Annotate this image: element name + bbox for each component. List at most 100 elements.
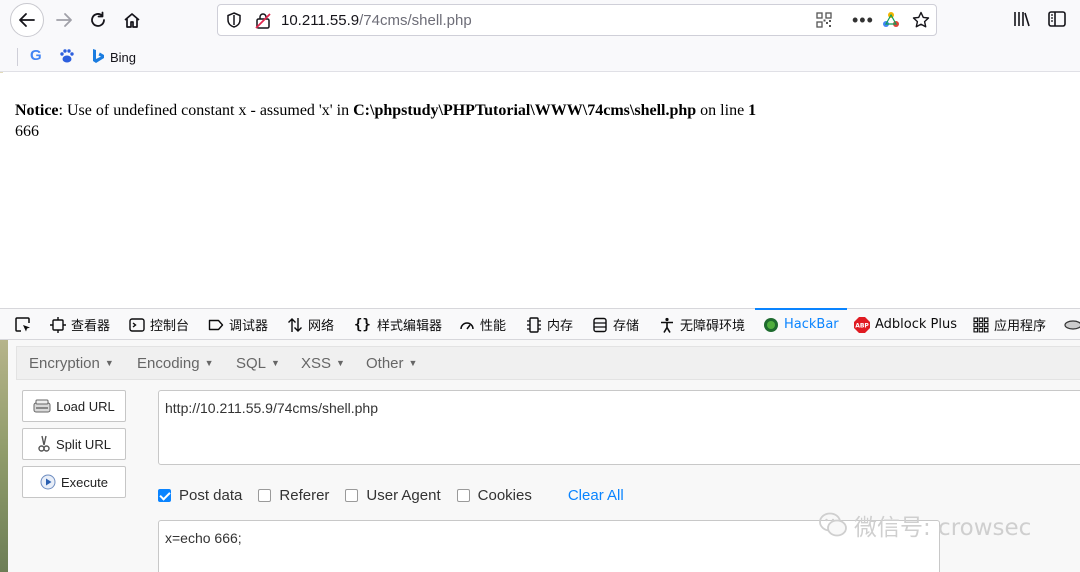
tab-adblock-plus[interactable]: ABP Adblock Plus: [854, 309, 957, 340]
svg-text:ABP: ABP: [855, 322, 869, 329]
bing-icon[interactable]: [91, 48, 105, 69]
tab-inspector-label: 查看器: [71, 319, 111, 334]
execute-button[interactable]: Execute: [22, 466, 126, 498]
menu-other[interactable]: Other ▼: [366, 355, 417, 372]
address-bar[interactable]: 10.211.55.9/74cms/shell.php •••: [217, 4, 937, 36]
tab-memory[interactable]: 内存: [526, 309, 573, 340]
tab-debugger[interactable]: 调试器: [208, 309, 268, 340]
tab-network-label: 网络: [308, 319, 335, 334]
insecure-lock-icon[interactable]: [255, 12, 271, 34]
tab-accessibility-label: 无障碍环境: [680, 319, 746, 334]
tab-console[interactable]: 控制台: [129, 309, 189, 340]
user-agent-checkbox[interactable]: [345, 488, 359, 502]
menu-sql[interactable]: SQL ▼: [236, 355, 280, 372]
notice-online: on line: [696, 102, 749, 119]
reload-button[interactable]: [82, 4, 114, 36]
library-icon[interactable]: [1012, 9, 1032, 34]
bookmark-star-icon[interactable]: [912, 11, 930, 34]
cookies-label: Cookies: [477, 486, 532, 504]
bookmarks-separator: [17, 48, 18, 66]
tab-memory-label: 内存: [547, 319, 574, 334]
tab-storage-label: 存储: [613, 319, 640, 334]
menu-other-label: Other: [366, 355, 404, 372]
back-button[interactable]: [10, 3, 44, 37]
braces-icon: {}: [354, 316, 371, 333]
baidu-icon[interactable]: [59, 48, 75, 69]
wallpaper-edge: [0, 340, 8, 572]
url-text[interactable]: 10.211.55.9/74cms/shell.php: [281, 12, 472, 29]
menu-encryption[interactable]: Encryption ▼: [29, 355, 114, 372]
menu-encoding-label: Encoding: [137, 355, 200, 372]
wechat-watermark: 微信号: crowsec: [818, 508, 1031, 542]
extension-icon[interactable]: [882, 11, 900, 34]
caret-down-icon: ▼: [271, 358, 280, 368]
tab-style-editor-label: 样式编辑器: [377, 319, 443, 334]
menu-sql-label: SQL: [236, 355, 267, 372]
load-url-label: Load URL: [56, 398, 115, 414]
play-icon: [40, 474, 56, 490]
referer-option[interactable]: Referer: [258, 487, 329, 504]
split-url-button[interactable]: Split URL: [22, 428, 126, 460]
page-content: Notice: Use of undefined constant x - as…: [0, 73, 1080, 307]
shield-icon[interactable]: [226, 12, 242, 33]
tab-storage[interactable]: 存储: [592, 309, 639, 340]
wechat-icon: [819, 512, 847, 537]
tab-accessibility[interactable]: 无障碍环境: [659, 309, 745, 340]
notice-text: : Use of undefined constant x - assumed …: [58, 102, 354, 119]
home-icon: [124, 13, 140, 28]
qr-code-icon[interactable]: [816, 12, 832, 33]
tab-network[interactable]: 网络: [287, 309, 334, 340]
caret-down-icon: ▼: [104, 358, 114, 368]
notice-line: 1: [748, 102, 757, 119]
caret-down-icon: ▼: [204, 358, 214, 368]
tab-application[interactable]: 应用程序: [973, 309, 1046, 340]
bookmarks-toolbar: G Bing: [0, 42, 1080, 72]
tab-performance-label: 性能: [480, 319, 507, 334]
user-agent-label: User Agent: [366, 486, 441, 504]
network-icon: [288, 317, 302, 332]
request-options: Post data Referer User Agent Cookies Cle…: [158, 485, 624, 505]
hackbar-icon: [764, 317, 778, 332]
cookies-checkbox[interactable]: [456, 488, 470, 502]
clear-all-link[interactable]: Clear All: [568, 487, 624, 504]
memory-chip-icon: [527, 316, 541, 333]
more-tabs-icon[interactable]: [1064, 318, 1080, 330]
menu-xss[interactable]: XSS ▼: [301, 355, 345, 372]
cookies-option[interactable]: Cookies: [456, 486, 532, 504]
inspector-icon: [50, 316, 66, 333]
tab-application-label: 应用程序: [994, 319, 1047, 334]
tab-debugger-label: 调试器: [229, 319, 269, 334]
post-data-option[interactable]: Post data: [158, 487, 242, 504]
forward-button[interactable]: [48, 4, 80, 36]
home-button[interactable]: [116, 4, 148, 36]
console-icon: [129, 317, 145, 332]
hackbar-panel: Encryption ▼ Encoding ▼ SQL ▼ XSS ▼ Other ▼ L…: [0, 340, 1080, 572]
element-picker-icon[interactable]: [14, 316, 32, 339]
referer-checkbox[interactable]: [258, 488, 272, 502]
storage-icon: [593, 317, 607, 332]
load-url-icon: [33, 399, 51, 413]
post-data-checkbox[interactable]: [158, 488, 171, 502]
accessibility-icon: [661, 317, 673, 333]
tab-hackbar-label: HackBar: [784, 317, 839, 332]
page-output: 666: [15, 123, 39, 140]
tab-performance[interactable]: 性能: [459, 309, 506, 340]
load-url-button[interactable]: Load URL: [22, 390, 126, 422]
tab-inspector[interactable]: 查看器: [50, 309, 110, 340]
menu-encoding[interactable]: Encoding ▼: [137, 355, 213, 372]
url-path: /74cms/shell.php: [359, 12, 472, 29]
url-host: 10.211.55.9: [281, 12, 360, 29]
devtools-tabbar: 查看器 控制台 调试器 网络 {} 样式编辑器 性能 内存 存储 无障碍环境 H…: [0, 308, 1080, 340]
bookmark-bing-label[interactable]: Bing: [110, 50, 136, 65]
tab-style-editor[interactable]: {} 样式编辑器: [354, 309, 442, 340]
page-actions-icon[interactable]: •••: [852, 10, 874, 31]
tab-hackbar[interactable]: HackBar: [755, 308, 847, 340]
grid-icon: [973, 316, 989, 332]
url-textarea[interactable]: http://10.211.55.9/74cms/shell.php: [158, 390, 1080, 465]
google-icon[interactable]: G: [30, 47, 42, 64]
user-agent-option[interactable]: User Agent: [345, 486, 441, 504]
split-url-label: Split URL: [56, 436, 111, 452]
notice-label: Notice: [15, 102, 59, 119]
sidebar-icon[interactable]: [1047, 9, 1067, 34]
notice-path: C:\phpstudy\PHPTutorial\WWW\74cms\shell.…: [353, 102, 697, 119]
